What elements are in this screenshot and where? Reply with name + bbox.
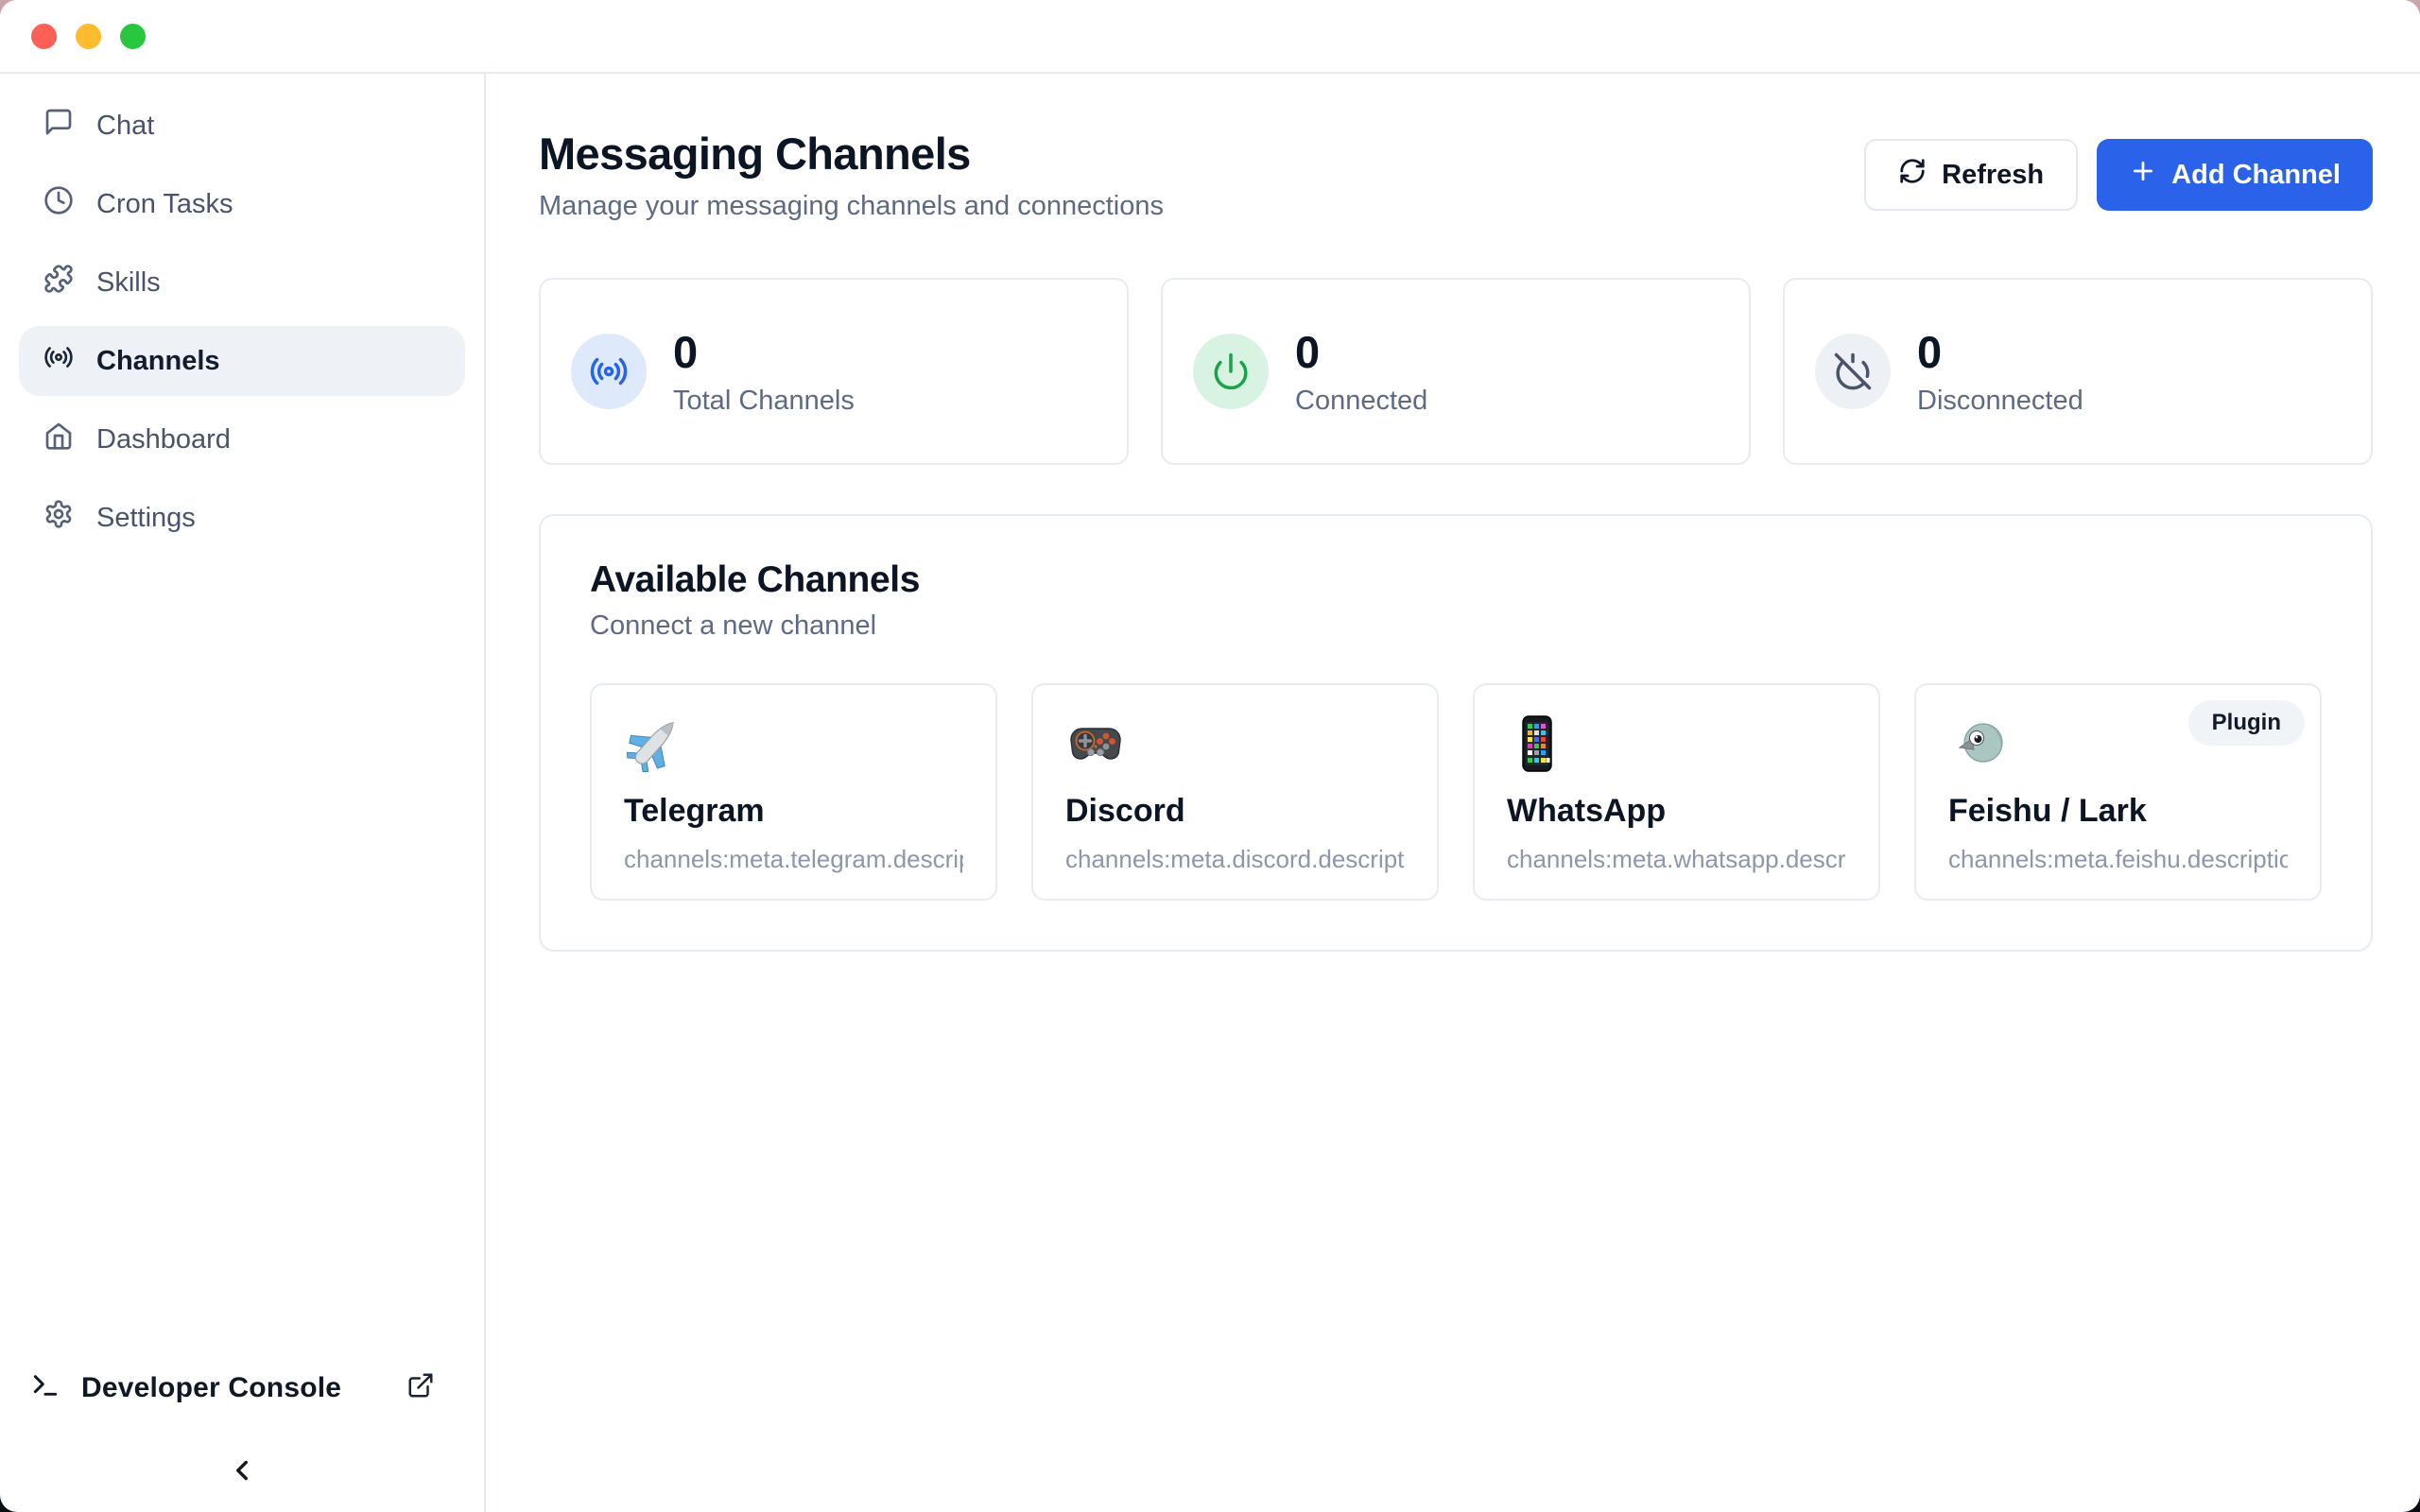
gear-icon bbox=[43, 499, 74, 537]
collapse-sidebar-button[interactable] bbox=[226, 1454, 258, 1489]
home-icon bbox=[43, 421, 74, 458]
sidebar-nav: Chat Cron Tasks Skills bbox=[19, 91, 465, 553]
plugin-badge: Plugin bbox=[2188, 700, 2305, 746]
stat-card-total-channels: 0 Total Channels bbox=[539, 278, 1129, 465]
sidebar-item-dashboard[interactable]: Dashboard bbox=[19, 404, 465, 474]
stat-label: Total Channels bbox=[673, 386, 855, 417]
mobile-phone-emoji bbox=[1507, 713, 1567, 774]
stat-card-connected: 0 Connected bbox=[1161, 278, 1751, 465]
gamepad-emoji bbox=[1065, 713, 1126, 774]
refresh-icon bbox=[1898, 157, 1927, 193]
sidebar-item-label: Settings bbox=[96, 503, 196, 534]
sidebar-item-label: Channels bbox=[96, 346, 220, 377]
sidebar-item-skills[interactable]: Skills bbox=[19, 248, 465, 318]
puzzle-icon bbox=[43, 264, 74, 301]
sidebar-item-label: Chat bbox=[96, 111, 154, 142]
stat-value: 0 bbox=[673, 326, 855, 378]
sidebar-footer: Developer Console bbox=[19, 1357, 465, 1499]
broadcast-icon bbox=[43, 342, 74, 380]
developer-console-label: Developer Console bbox=[81, 1372, 341, 1404]
sidebar-item-settings[interactable]: Settings bbox=[19, 483, 465, 553]
stats-row: 0 Total Channels 0 Connected bbox=[539, 278, 2373, 465]
sidebar: Chat Cron Tasks Skills bbox=[0, 74, 486, 1512]
minimize-button[interactable] bbox=[76, 24, 101, 49]
channel-grid: Telegram channels:meta.telegram.descript bbox=[590, 683, 2322, 901]
channel-card-discord[interactable]: Discord channels:meta.discord.descriptic bbox=[1031, 683, 1439, 901]
panel-subtitle: Connect a new channel bbox=[590, 610, 2322, 642]
page-header: Messaging Channels Manage your messaging… bbox=[539, 128, 2373, 222]
sidebar-item-cron-tasks[interactable]: Cron Tasks bbox=[19, 169, 465, 239]
terminal-icon bbox=[30, 1370, 60, 1405]
stat-card-disconnected: 0 Disconnected bbox=[1783, 278, 2373, 465]
power-off-icon bbox=[1815, 334, 1891, 409]
broadcast-icon bbox=[571, 334, 647, 409]
channel-card-whatsapp[interactable]: WhatsApp channels:meta.whatsapp.descrip bbox=[1473, 683, 1880, 901]
developer-console-link[interactable]: Developer Console bbox=[19, 1357, 465, 1418]
page-title: Messaging Channels bbox=[539, 128, 1164, 180]
page-subtitle: Manage your messaging channels and conne… bbox=[539, 191, 1164, 222]
stat-value: 0 bbox=[1917, 326, 2083, 378]
sidebar-item-chat[interactable]: Chat bbox=[19, 91, 465, 161]
stat-label: Disconnected bbox=[1917, 386, 2083, 417]
airplane-emoji bbox=[624, 713, 684, 774]
channel-description: channels:meta.discord.descriptic bbox=[1065, 845, 1405, 874]
sidebar-item-channels[interactable]: Channels bbox=[19, 326, 465, 396]
power-icon bbox=[1193, 334, 1269, 409]
channel-name: WhatsApp bbox=[1507, 793, 1846, 830]
clock-icon bbox=[43, 185, 74, 223]
channel-card-feishu-lark[interactable]: Plugin Feishu / Lark bbox=[1914, 683, 2322, 901]
chat-bubble-icon bbox=[43, 107, 74, 145]
add-channel-button[interactable]: Add Channel bbox=[2097, 139, 2373, 211]
channel-name: Telegram bbox=[624, 793, 963, 830]
refresh-button[interactable]: Refresh bbox=[1864, 139, 2078, 211]
channel-description: channels:meta.whatsapp.descrip bbox=[1507, 845, 1846, 874]
chevron-left-icon bbox=[226, 1475, 258, 1489]
channel-name: Feishu / Lark bbox=[1948, 793, 2288, 830]
maximize-button[interactable] bbox=[120, 24, 146, 49]
bird-emoji bbox=[1948, 713, 2009, 774]
plus-icon bbox=[2129, 157, 2157, 193]
app-window: Chat Cron Tasks Skills bbox=[0, 0, 2420, 1512]
stat-value: 0 bbox=[1295, 326, 1427, 378]
window-controls bbox=[31, 24, 146, 49]
channel-description: channels:meta.feishu.description bbox=[1948, 845, 2288, 874]
stat-label: Connected bbox=[1295, 386, 1427, 417]
titlebar bbox=[0, 0, 2420, 74]
external-link-icon[interactable] bbox=[406, 1371, 435, 1404]
sidebar-item-label: Cron Tasks bbox=[96, 189, 233, 220]
panel-title: Available Channels bbox=[590, 559, 2322, 601]
main-content: Messaging Channels Manage your messaging… bbox=[486, 74, 2420, 1512]
channel-description: channels:meta.telegram.descript bbox=[624, 845, 963, 874]
sidebar-item-label: Skills bbox=[96, 267, 161, 299]
available-channels-panel: Available Channels Connect a new channel bbox=[539, 514, 2373, 952]
channel-name: Discord bbox=[1065, 793, 1405, 830]
channel-card-telegram[interactable]: Telegram channels:meta.telegram.descript bbox=[590, 683, 997, 901]
close-button[interactable] bbox=[31, 24, 57, 49]
sidebar-item-label: Dashboard bbox=[96, 424, 231, 455]
